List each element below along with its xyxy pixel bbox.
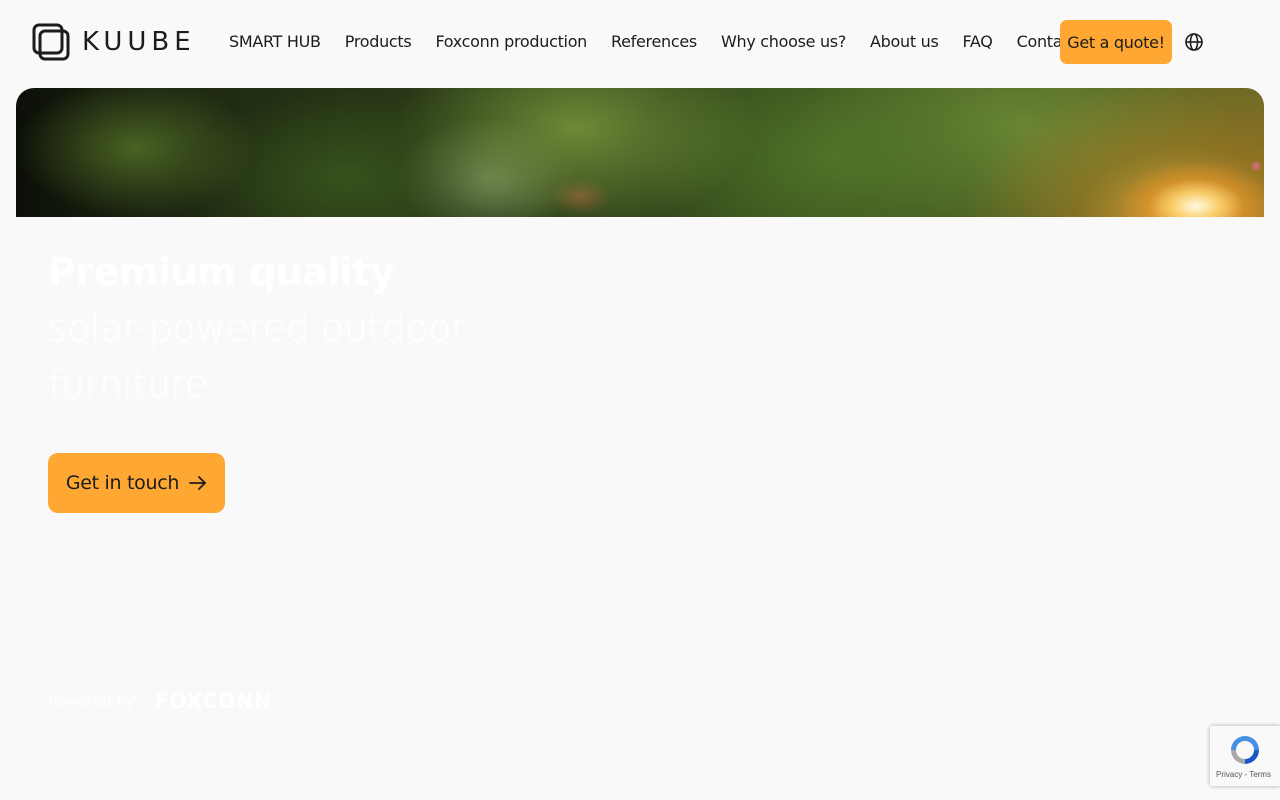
powered-by: Powered by: FOXCONN (48, 688, 272, 714)
hero-title-strong: Premium quality (48, 250, 395, 294)
hero-title: Premium quality solar-powered outdoor fu… (48, 244, 488, 412)
nav-item-about-us[interactable]: About us (858, 20, 950, 64)
recaptcha-badge[interactable]: Privacy - Terms (1210, 726, 1280, 786)
logo-text: KUUBE (82, 27, 196, 57)
foxconn-logo: FOXCONN (154, 689, 272, 713)
nav-item-foxconn-production[interactable]: Foxconn production (423, 20, 599, 64)
nav-item-references[interactable]: References (599, 20, 709, 64)
nav-item-smart-hub[interactable]: SMART HUB (217, 20, 333, 64)
powered-by-label: Powered by: (48, 692, 139, 710)
get-in-touch-button[interactable]: Get in touch (48, 453, 225, 513)
arrow-right-icon (189, 476, 207, 490)
get-in-touch-label: Get in touch (65, 472, 180, 494)
nav-item-faq[interactable]: FAQ (951, 20, 1005, 64)
hero-image (16, 88, 1264, 217)
globe-icon[interactable] (1184, 32, 1204, 52)
get-quote-button[interactable]: Get a quote! (1060, 20, 1172, 64)
site-header: KUUBE SMART HUB Products Foxconn product… (0, 0, 1280, 84)
nav-item-products[interactable]: Products (333, 20, 424, 64)
kuube-cube-logo-icon (32, 23, 70, 61)
nav-item-why-choose-us[interactable]: Why choose us? (709, 20, 858, 64)
kuube-logo[interactable]: KUUBE (32, 23, 196, 61)
hero-title-light: solar-powered outdoor furniture (48, 306, 466, 406)
recaptcha-icon (1231, 736, 1259, 764)
main-nav: SMART HUB Products Foxconn production Re… (217, 20, 1089, 64)
recaptcha-privacy-terms[interactable]: Privacy - Terms (1216, 770, 1271, 779)
